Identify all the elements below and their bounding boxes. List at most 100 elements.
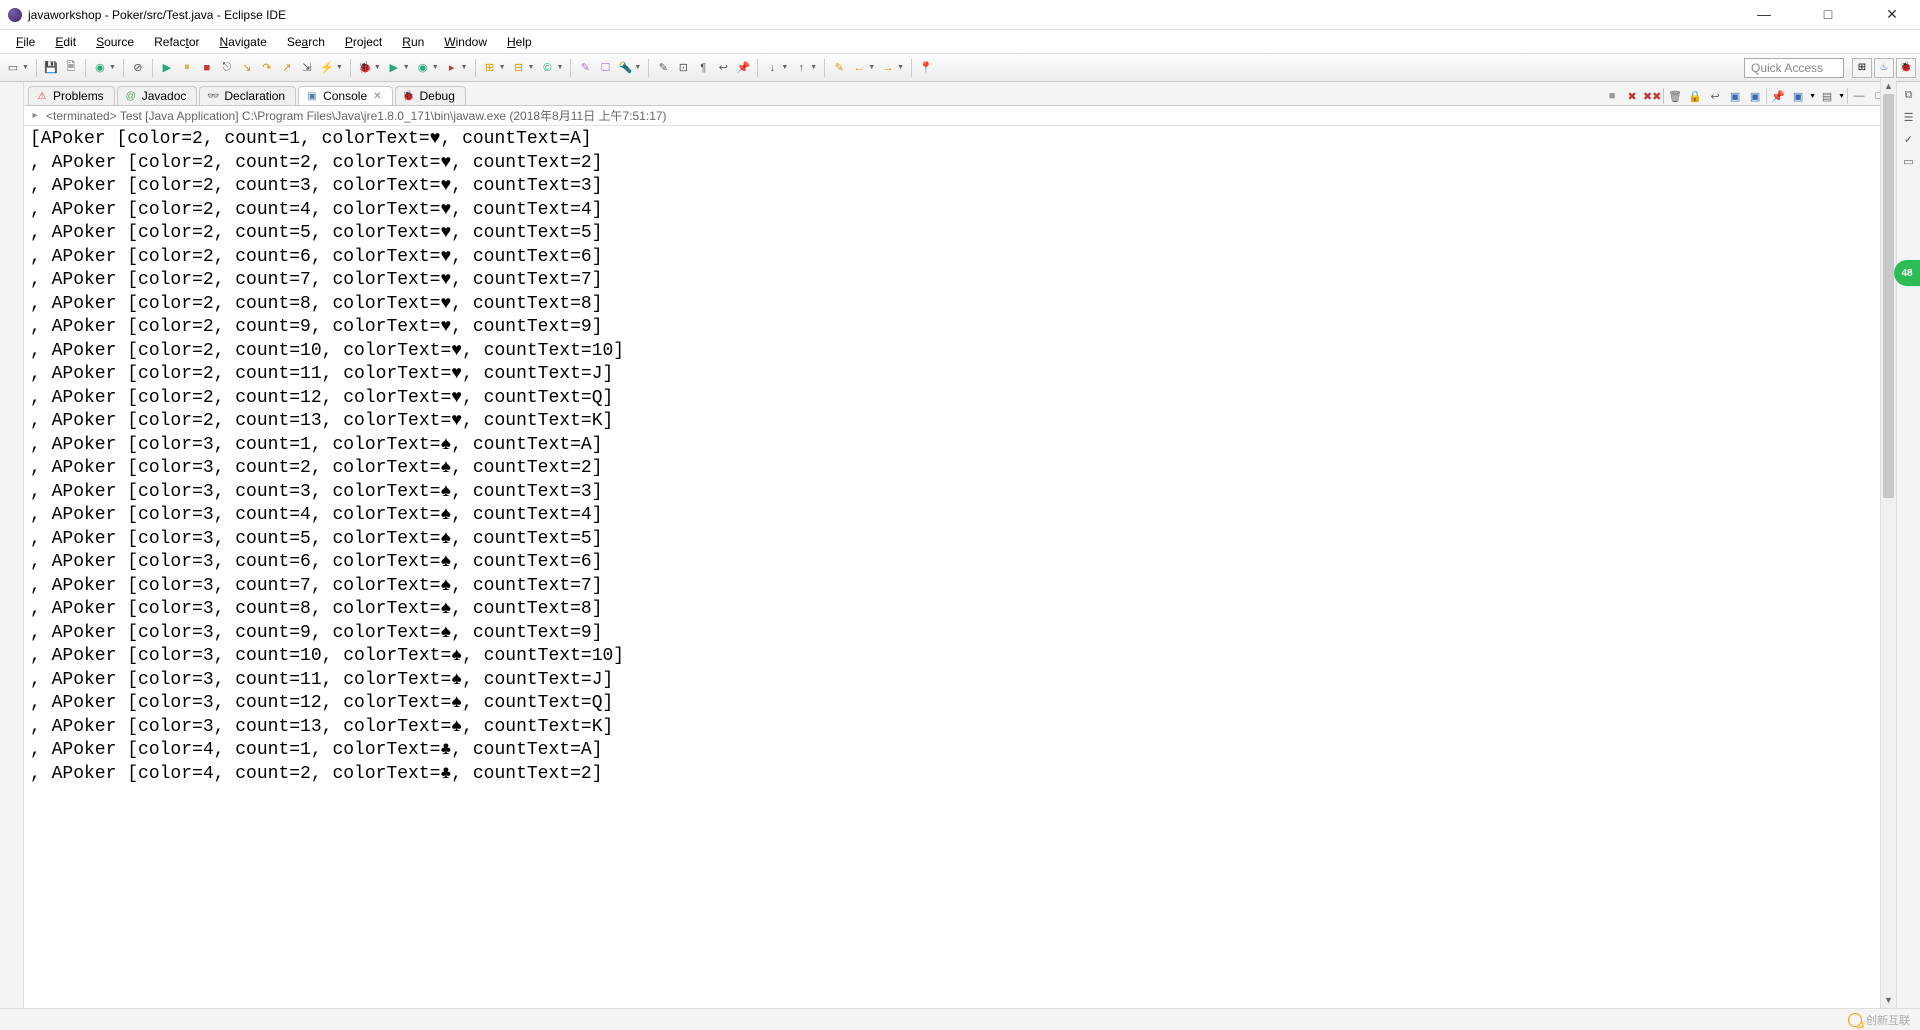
debug-dropdown[interactable]: ▼ [374,64,381,71]
menu-file[interactable]: File [6,33,45,51]
new-class-button[interactable]: © [538,59,556,77]
floating-badge[interactable]: 48 [1894,260,1920,286]
tab-console[interactable]: ▣Console✕ [298,86,392,105]
prev-annotation-button[interactable]: ↑ [792,59,810,77]
open-console-icon[interactable]: ▤ [1818,87,1836,105]
open-perspective-button[interactable]: ⊞ [1852,58,1872,78]
word-wrap-icon[interactable]: ↩ [1706,87,1724,105]
tab-debug[interactable]: 🐞Debug [395,86,466,105]
show-whitespace-button[interactable]: ¶ [694,59,712,77]
menu-serch[interactable]: Search [277,33,335,51]
open-type-button[interactable]: ◉ [91,59,109,77]
run-last-dropdown[interactable]: ▼ [461,64,468,71]
open-console-dropdown[interactable]: ▼ [1838,93,1845,100]
step-over-button[interactable]: ↷ [258,59,276,77]
step-into-button[interactable]: ↘ [238,59,256,77]
save-button[interactable]: 💾 [42,59,60,77]
toggle-word-wrap-button[interactable]: ↩ [714,59,732,77]
console-body[interactable]: [APoker [color=2, count=1, colorText=♥, … [24,126,1896,1008]
debug-button[interactable]: 🐞 [356,59,374,77]
maximize-icon[interactable]: ▭ [1900,152,1918,170]
scroll-track[interactable] [1881,94,1896,992]
minimize-button[interactable]: — [1744,6,1784,23]
debug-perspective-button[interactable]: 🐞 [1896,58,1916,78]
scroll-down-arrow[interactable]: ▼ [1881,992,1896,1008]
close-button[interactable]: ✕ [1872,6,1912,23]
tab-declaration[interactable]: 👓Declaration [199,86,296,105]
last-edit-button[interactable]: ✎ [830,59,848,77]
maximize-button[interactable]: □ [1808,6,1848,23]
show-console-on-err-icon[interactable]: ▣ [1746,87,1764,105]
new-java-project-button[interactable]: ⊞ [481,59,499,77]
open-type-dropdown[interactable]: ▼ [109,64,116,71]
menu-project[interactable]: Project [335,33,392,51]
search-dropdown[interactable]: ▼ [634,64,641,71]
step-return-button[interactable]: ↗ [278,59,296,77]
na-dropdown[interactable]: ▼ [781,64,788,71]
disconnect-button[interactable]: ⎋ [218,59,236,77]
new-dropdown[interactable]: ▼ [22,64,29,71]
java-perspective-button[interactable]: ♨ [1874,58,1894,78]
new-package-button[interactable]: ⊟ [510,59,528,77]
menu-help[interactable]: Help [497,33,542,51]
pa-dropdown[interactable]: ▼ [810,64,817,71]
restore-icon[interactable]: ⧉ [1900,86,1918,104]
menu-window[interactable]: Window [434,33,497,51]
menu-source[interactable]: Source [86,33,144,51]
scroll-lock-icon[interactable]: 🔒 [1686,87,1704,105]
next-annotation-button[interactable]: ↓ [763,59,781,77]
run-button[interactable]: ▶ [385,59,403,77]
menu-navigate[interactable]: Navigate [209,33,276,51]
close-tab-icon[interactable]: ✕ [373,91,381,102]
search-button[interactable]: 🔦 [616,59,634,77]
remove-all-icon[interactable]: ✖✖ [1643,87,1661,105]
new-button[interactable]: ▭ [4,59,22,77]
menu-run[interactable]: Run [392,33,434,51]
display-dropdown[interactable]: ▼ [1809,93,1816,100]
scroll-thumb[interactable] [1883,94,1894,498]
np-dropdown[interactable]: ▼ [528,64,535,71]
show-console-on-out-icon[interactable]: ▣ [1726,87,1744,105]
coverage-dropdown[interactable]: ▼ [432,64,439,71]
menu-edit[interactable]: Edit [45,33,86,51]
clear-console-icon[interactable]: 🗑 [1666,87,1684,105]
back-dropdown[interactable]: ▼ [868,64,875,71]
terminate-icon[interactable]: ■ [1603,87,1621,105]
task-list-icon[interactable]: ✓ [1900,130,1918,148]
use-step-filters-button[interactable]: ⚡ [318,59,336,77]
pin-console-icon[interactable]: 📌 [1769,87,1787,105]
nj-dropdown[interactable]: ▼ [499,64,506,71]
tree-expand-icon[interactable]: ▸ [28,109,42,123]
pin-editor-button[interactable]: 📍 [917,59,935,77]
minimize-view-icon[interactable]: — [1850,87,1868,105]
forward-button[interactable]: → [879,59,897,77]
menu-refacor[interactable]: Refactor [144,33,209,51]
coverage-button[interactable]: ◉ [414,59,432,77]
save-all-button[interactable]: 🗎 [62,59,80,77]
open-task-button[interactable]: ✎ [576,59,594,77]
toggle-block-button[interactable]: ⊡ [674,59,692,77]
tab-problems[interactable]: ⚠Problems [28,86,115,105]
display-selected-icon[interactable]: ▣ [1789,87,1807,105]
open-type-hier-button[interactable]: ☐ [596,59,614,77]
step-filters-dropdown[interactable]: ▼ [336,64,343,71]
terminate-button[interactable]: ■ [198,59,216,77]
remove-launch-icon[interactable]: ✖ [1623,87,1641,105]
scroll-up-arrow[interactable]: ▲ [1881,78,1896,94]
fwd-dropdown[interactable]: ▼ [897,64,904,71]
drop-to-frame-button[interactable]: ⇲ [298,59,316,77]
back-button[interactable]: ← [850,59,868,77]
resume-button[interactable]: ▶ [158,59,176,77]
outline-icon[interactable]: ☰ [1900,108,1918,126]
tab-javadoc[interactable]: @Javadoc [117,86,198,105]
quick-access-input[interactable]: Quick Access [1744,58,1844,78]
run-dropdown[interactable]: ▼ [403,64,410,71]
skip-breakpoints-button[interactable]: ⊘ [129,59,147,77]
separator [824,59,825,77]
suspend-button[interactable]: ⏸ [178,59,196,77]
vertical-scrollbar[interactable]: ▲ ▼ [1880,78,1896,1008]
pin-button[interactable]: 📌 [734,59,752,77]
toggle-mark-button[interactable]: ✎ [654,59,672,77]
run-last-button[interactable]: ▸ [443,59,461,77]
nc-dropdown[interactable]: ▼ [556,64,563,71]
